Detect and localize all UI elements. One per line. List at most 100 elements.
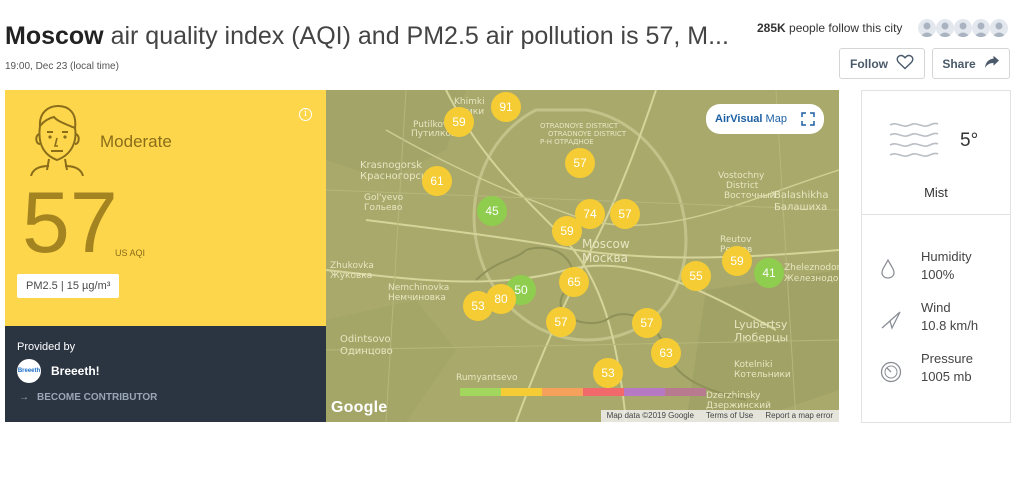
- pressure-value: 1005 mb: [921, 369, 972, 384]
- arrow-right-icon: →: [19, 392, 29, 403]
- heart-icon: [896, 54, 914, 73]
- map-background: Khimki Химки Putilkovo Путилково OTRADNO…: [326, 90, 839, 422]
- aqi-station-marker[interactable]: 65: [559, 267, 589, 297]
- aqi-station-marker[interactable]: 53: [593, 358, 623, 388]
- map-label: Khimki: [454, 97, 485, 107]
- share-button[interactable]: Share: [932, 48, 1010, 79]
- map-label: Gol'yevo: [364, 193, 404, 203]
- air-quality-map[interactable]: Khimki Химки Putilkovo Путилково OTRADNO…: [326, 90, 839, 422]
- pollutant-badge: PM2.5 | 15 µg/m³: [17, 274, 120, 298]
- follow-button[interactable]: Follow: [839, 48, 925, 79]
- follow-label: Follow: [850, 56, 888, 71]
- aqi-station-marker[interactable]: 91: [491, 92, 521, 122]
- map-label: Жуковка: [330, 271, 372, 281]
- legend-segment: [624, 388, 665, 396]
- aqi-station-marker[interactable]: 57: [610, 199, 640, 229]
- info-icon[interactable]: i: [299, 108, 312, 121]
- followers-text: people follow this city: [785, 21, 903, 35]
- aqi-station-marker[interactable]: 55: [681, 261, 711, 291]
- map-label: Vostochny: [718, 171, 765, 181]
- map-label: District: [726, 181, 759, 191]
- map-attribution: Map data ©2019 Google Terms of Use Repor…: [600, 410, 839, 422]
- humidity-value: 100%: [921, 267, 955, 282]
- followers-number: 285K: [757, 21, 786, 35]
- aqi-station-marker[interactable]: 57: [565, 148, 595, 178]
- humidity-label: Humidity: [921, 249, 972, 264]
- city-name: Moscow: [5, 22, 104, 50]
- map-label: Reutov: [720, 235, 752, 245]
- map-label: Moscow: [582, 237, 630, 251]
- aqi-station-marker[interactable]: 53: [463, 291, 493, 321]
- pressure-gauge-icon: [880, 361, 902, 388]
- wind-label: Wind: [921, 300, 951, 315]
- map-label: Железнодор: [784, 274, 839, 284]
- map-label: Krasnogorsk: [360, 160, 422, 171]
- aqi-station-marker[interactable]: 59: [552, 216, 582, 246]
- aqi-value: 57: [22, 175, 118, 271]
- aqi-level: Moderate: [100, 132, 172, 151]
- map-label: OTRADNOYE DISTRICT: [540, 122, 619, 130]
- followers-count: 285K people follow this city: [757, 21, 902, 35]
- aqi-station-marker[interactable]: 57: [632, 308, 662, 338]
- map-label: OTRADNOYE DISTRICT: [548, 130, 627, 138]
- map-label: Nemchinovka: [388, 283, 449, 293]
- fullscreen-icon[interactable]: [801, 112, 815, 126]
- legend-segment: [460, 388, 501, 396]
- pressure-label: Pressure: [921, 351, 974, 366]
- local-time: 19:00, Dec 23 (local time): [5, 61, 119, 72]
- map-data-text: Map data ©2019 Google: [606, 411, 694, 420]
- legend-segment: [583, 388, 624, 396]
- map-label: Rumyantsevo: [456, 373, 518, 383]
- droplet-icon: [880, 258, 896, 284]
- map-label: Dzerzhinsky: [706, 391, 761, 401]
- avatar: [972, 19, 990, 37]
- avatar: [936, 19, 954, 37]
- map-label: Москва: [582, 251, 628, 265]
- map-label: Zheleznodor: [784, 263, 839, 273]
- aqi-panel: Moderate i 57 US AQI PM2.5 | 15 µg/m³: [5, 90, 326, 326]
- avatar: [918, 19, 936, 37]
- contributor-label: BECOME CONTRIBUTOR: [37, 392, 158, 403]
- provider-label: Provided by: [17, 341, 76, 353]
- weather-summary: 5° Mist: [862, 91, 1010, 215]
- terms-link[interactable]: Terms of Use: [706, 411, 753, 420]
- map-label: Гольево: [364, 203, 403, 213]
- provider-logo[interactable]: Breeeth: [17, 359, 41, 383]
- wind-value: 10.8 km/h: [921, 318, 979, 333]
- report-error-link[interactable]: Report a map error: [765, 411, 833, 420]
- page-title: Moscow air quality index (AQI) and PM2.5…: [5, 18, 750, 54]
- become-contributor-link[interactable]: → BECOME CONTRIBUTOR: [19, 392, 157, 403]
- provider-panel: Provided by Breeeth Breeeth! → BECOME CON…: [5, 326, 326, 422]
- avatar: [954, 19, 972, 37]
- weather-condition: Mist: [924, 185, 948, 200]
- weather-panel: 5° Mist Humidity 100% Wind 10.8 km/h Pre…: [861, 90, 1011, 423]
- aqi-station-marker[interactable]: 57: [546, 307, 576, 337]
- map-label: Lyubertsy: [734, 318, 788, 331]
- aqi-station-marker[interactable]: 59: [444, 107, 474, 137]
- map-label: Zhukovka: [330, 261, 374, 271]
- face-icon: [27, 104, 87, 181]
- legend-segment: [501, 388, 542, 396]
- airvisual-brand: AirVisual Map: [715, 113, 787, 125]
- map-label: Красногорск: [360, 171, 427, 182]
- aqi-station-marker[interactable]: 45: [477, 196, 507, 226]
- aqi-station-marker[interactable]: 61: [422, 166, 452, 196]
- wind-direction-icon: [880, 310, 902, 335]
- aqi-color-legend: [460, 388, 706, 396]
- airvisual-map-badge[interactable]: AirVisual Map: [706, 104, 824, 134]
- share-arrow-icon: [984, 55, 1000, 72]
- wind-row: Wind 10.8 km/h: [862, 300, 1010, 340]
- map-label: Р-Н ОТРАДНОЕ: [540, 138, 594, 146]
- map-label: Balashikha: [774, 190, 828, 201]
- legend-segment: [542, 388, 583, 396]
- map-label: Немчиновка: [388, 293, 446, 303]
- pressure-row: Pressure 1005 mb: [862, 351, 1010, 391]
- aqi-station-marker[interactable]: 41: [754, 258, 784, 288]
- map-label: Восточный: [724, 191, 776, 201]
- aqi-station-marker[interactable]: 63: [651, 338, 681, 368]
- provider-name[interactable]: Breeeth!: [51, 364, 100, 378]
- map-label: Odintsovo: [340, 334, 391, 345]
- avatar: [990, 19, 1008, 37]
- title-text: air quality index (AQI) and PM2.5 air po…: [103, 22, 729, 50]
- aqi-station-marker[interactable]: 59: [722, 246, 752, 276]
